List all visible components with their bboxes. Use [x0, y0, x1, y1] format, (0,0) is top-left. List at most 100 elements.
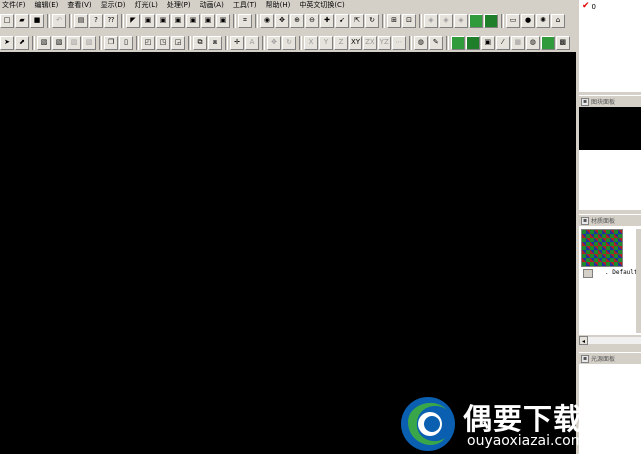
select-box-icon[interactable]: ▧: [67, 35, 81, 50]
toolbar-separator: [445, 35, 449, 50]
shaded-cube-icon[interactable]: [469, 13, 483, 28]
checkmark-icon[interactable]: ✔: [582, 2, 590, 11]
render-dim-icon[interactable]: ◈: [424, 13, 438, 28]
axis-zx-button[interactable]: ZX: [363, 35, 377, 50]
block-panel-header[interactable]: ▪ 图块面板: [579, 95, 641, 107]
material-panel-title: 材质面板: [591, 218, 616, 225]
menu-tools[interactable]: 工具(T): [231, 0, 259, 11]
panel-pin-icon[interactable]: ▪: [581, 97, 589, 106]
group-icon[interactable]: ⧉: [193, 35, 207, 50]
texture-icon[interactable]: ▩: [555, 35, 570, 50]
textured-cube-icon[interactable]: [484, 13, 498, 28]
material-thumbnail[interactable]: [581, 229, 623, 267]
layer-item-0[interactable]: ✔ 0: [582, 2, 596, 11]
paste-icon[interactable]: ▯: [119, 35, 133, 50]
menu-animation[interactable]: 动画(A): [198, 0, 226, 11]
new-file-icon[interactable]: □: [0, 13, 14, 28]
block-panel-title: 图块面板: [591, 99, 616, 106]
snap-icon[interactable]: ◰: [141, 35, 155, 50]
toolbar-separator: [99, 35, 102, 50]
eye-icon[interactable]: ◉: [260, 13, 274, 28]
menu-edit[interactable]: 编辑(E): [33, 0, 61, 11]
walk-icon[interactable]: ⇱: [350, 13, 364, 28]
panel-pin-icon[interactable]: ▪: [581, 216, 589, 225]
color-picker-icon[interactable]: ◍: [413, 35, 428, 50]
zoom-out-icon[interactable]: ⊖: [305, 13, 319, 28]
move-icon[interactable]: ✚: [320, 13, 334, 28]
fly-icon[interactable]: ➹: [335, 13, 349, 28]
pan-icon[interactable]: ✥: [275, 13, 289, 28]
layer-window-icon[interactable]: ▭: [506, 13, 520, 28]
select-object-icon[interactable]: ⬈: [15, 35, 29, 50]
toolbar-separator: [121, 13, 124, 28]
zoom-in-icon[interactable]: ⊕: [290, 13, 304, 28]
menu-file[interactable]: 文件(F): [0, 0, 28, 11]
wand-icon[interactable]: ⁄: [495, 35, 510, 50]
axis-all-icon[interactable]: ⋯: [391, 35, 406, 50]
cube-view-icon[interactable]: ▣: [201, 13, 215, 28]
panel-pin-icon[interactable]: ▪: [581, 354, 589, 363]
menu-light[interactable]: 灯光(L): [133, 0, 160, 11]
render-dim-icon[interactable]: ◈: [454, 13, 468, 28]
material-horizontal-scrollbar[interactable]: ◂: [579, 335, 641, 345]
select-box-icon[interactable]: ▧: [52, 35, 66, 50]
light-icon[interactable]: ✺: [536, 13, 550, 28]
select-box-icon[interactable]: ▧: [37, 35, 51, 50]
cube-view-icon[interactable]: ▣: [171, 13, 185, 28]
scroll-left-icon[interactable]: ◂: [579, 335, 588, 345]
brush-icon[interactable]: ✎: [428, 35, 443, 50]
ungroup-icon[interactable]: ⧈: [208, 35, 222, 50]
toolbar-separator: [32, 35, 35, 50]
menu-view[interactable]: 查看(V): [65, 0, 93, 11]
zoom-window-icon[interactable]: ⊞: [387, 13, 401, 28]
open-folder-icon[interactable]: ▰: [15, 13, 29, 28]
menu-process[interactable]: 处理(P): [165, 0, 193, 11]
snap-icon[interactable]: ◲: [171, 35, 185, 50]
help-icon[interactable]: ?: [89, 13, 103, 28]
cube-view-icon[interactable]: ▣: [186, 13, 200, 28]
scroll-track[interactable]: [588, 336, 641, 344]
move-axis-icon[interactable]: ✥: [267, 35, 281, 50]
rotate-axis-icon[interactable]: ↻: [282, 35, 296, 50]
image-icon[interactable]: [540, 35, 555, 50]
print-icon[interactable]: ▤: [74, 13, 88, 28]
grid-icon[interactable]: ▦: [510, 35, 525, 50]
material-sphere-icon[interactable]: ●: [521, 13, 535, 28]
mesh-icon[interactable]: [450, 35, 465, 50]
toolbar-edit: ➤ ⬈ ▧ ▧ ▧ ▧ ❐ ▯ ◰ ◳ ◲ ⧉ ⧈ ✛ A ✥ ↻ X Y Z …: [0, 34, 578, 51]
select-arrow-icon[interactable]: ➤: [0, 35, 14, 50]
mesh-edit-icon[interactable]: [465, 35, 480, 50]
text-tool-icon[interactable]: A: [245, 35, 259, 50]
sphere-icon[interactable]: ◍: [525, 35, 540, 50]
material-panel-header[interactable]: ▪ 材质面板: [579, 214, 641, 226]
axis-xy-button[interactable]: XY: [349, 35, 363, 50]
menu-language-switch[interactable]: 中英文切换(C): [297, 0, 346, 11]
lamp-icon[interactable]: ⌂: [551, 13, 565, 28]
menu-help[interactable]: 帮助(H): [264, 0, 293, 11]
transform-icon[interactable]: ✛: [230, 35, 244, 50]
cube-view-icon[interactable]: ▣: [216, 13, 230, 28]
select-box-icon[interactable]: ▧: [82, 35, 96, 50]
orbit-icon[interactable]: ↻: [365, 13, 379, 28]
copy-icon[interactable]: ❐: [104, 35, 118, 50]
zoom-extents-icon[interactable]: ⊡: [402, 13, 416, 28]
snap-icon[interactable]: ◳: [156, 35, 170, 50]
axis-x-button[interactable]: X: [304, 35, 318, 50]
cursor-icon[interactable]: ◤: [126, 13, 140, 28]
axis-yz-button[interactable]: YZ: [377, 35, 391, 50]
material-swatch[interactable]: [583, 269, 593, 278]
material-item-default[interactable]: . Default: [605, 269, 638, 276]
mesh-box-icon[interactable]: ▣: [480, 35, 495, 50]
axis-z-button[interactable]: Z: [334, 35, 348, 50]
light-panel-header[interactable]: ▪ 光源面板: [579, 352, 641, 364]
undo-icon[interactable]: ↶: [52, 13, 66, 28]
material-vertical-scrollbar[interactable]: [636, 229, 641, 333]
save-icon[interactable]: ■: [30, 13, 44, 28]
axis-y-button[interactable]: Y: [319, 35, 333, 50]
wireframe-icon[interactable]: ⌗: [238, 13, 252, 28]
cube-view-icon[interactable]: ▣: [156, 13, 170, 28]
render-dim-icon[interactable]: ◈: [439, 13, 453, 28]
context-help-icon[interactable]: ⁇: [104, 13, 118, 28]
menu-display[interactable]: 显示(D): [99, 0, 128, 11]
cube-view-icon[interactable]: ▣: [141, 13, 155, 28]
